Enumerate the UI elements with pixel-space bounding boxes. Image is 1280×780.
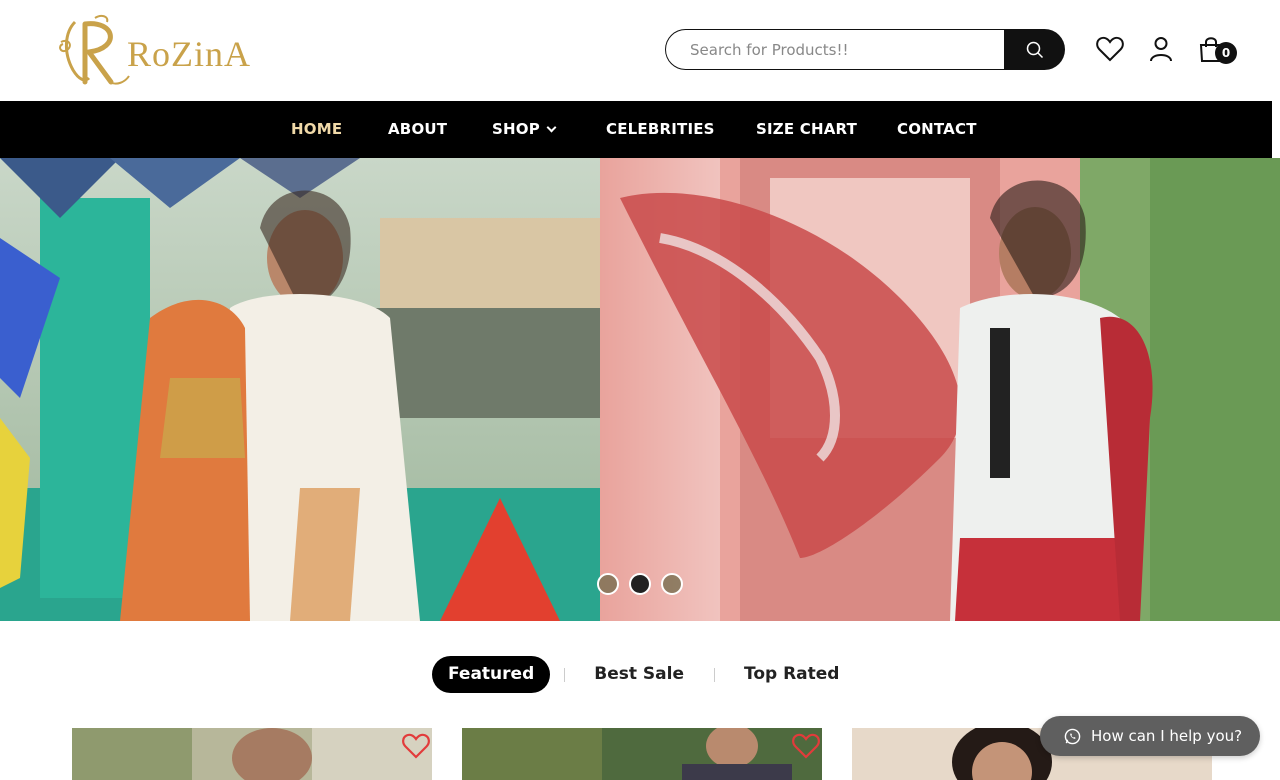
chevron-down-icon xyxy=(546,122,557,133)
slider-dot-1[interactable] xyxy=(597,573,619,595)
heart-icon xyxy=(1096,36,1124,62)
site-logo[interactable]: RoZinA xyxy=(55,12,285,88)
hero-slider[interactable] xyxy=(0,158,1280,621)
nav-item-about[interactable]: ABOUT xyxy=(388,101,447,158)
slider-dot-2[interactable] xyxy=(629,573,651,595)
nav-item-shop-label: SHOP xyxy=(492,120,540,138)
brand-name: RoZinA xyxy=(127,34,252,74)
product-image xyxy=(462,728,822,780)
tab-top-rated[interactable]: Top Rated xyxy=(728,656,856,693)
site-header: RoZinA 0 xyxy=(0,0,1280,101)
nav-item-home[interactable]: HOME xyxy=(291,101,342,158)
cart-count-badge: 0 xyxy=(1215,42,1237,64)
whatsapp-chat-button[interactable]: How can I help you? xyxy=(1040,716,1260,756)
user-icon xyxy=(1150,37,1172,62)
search-icon xyxy=(1026,41,1043,58)
tab-best-sale[interactable]: Best Sale xyxy=(578,656,700,693)
nav-item-size-chart[interactable]: SIZE CHART xyxy=(756,101,857,158)
search-button[interactable] xyxy=(1004,29,1065,70)
tab-featured[interactable]: Featured xyxy=(432,656,551,693)
wishlist-heart-icon[interactable] xyxy=(402,733,430,759)
account-button[interactable] xyxy=(1146,34,1176,64)
search-bar xyxy=(665,29,1065,70)
hero-banner-image xyxy=(0,158,1280,621)
logo-monogram-icon xyxy=(59,14,130,85)
product-tabs: Featured Best Sale Top Rated xyxy=(432,656,855,693)
product-image xyxy=(72,728,432,780)
product-card[interactable] xyxy=(462,728,822,780)
nav-item-celebrities[interactable]: CELEBRITIES xyxy=(606,101,715,158)
slider-dot-3[interactable] xyxy=(661,573,683,595)
tab-divider xyxy=(564,667,566,682)
main-navigation: HOME ABOUT SHOP CELEBRITIES SIZE CHART C… xyxy=(0,101,1272,158)
wishlist-button[interactable] xyxy=(1095,34,1125,64)
slider-dots xyxy=(597,573,683,595)
whatsapp-icon xyxy=(1064,728,1081,744)
tab-divider xyxy=(713,667,715,682)
chat-label: How can I help you? xyxy=(1091,727,1243,745)
nav-item-contact[interactable]: CONTACT xyxy=(897,101,977,158)
nav-item-shop[interactable]: SHOP xyxy=(492,101,557,158)
search-input[interactable] xyxy=(665,29,1004,70)
wishlist-heart-icon[interactable] xyxy=(792,733,820,759)
product-card[interactable] xyxy=(72,728,432,780)
